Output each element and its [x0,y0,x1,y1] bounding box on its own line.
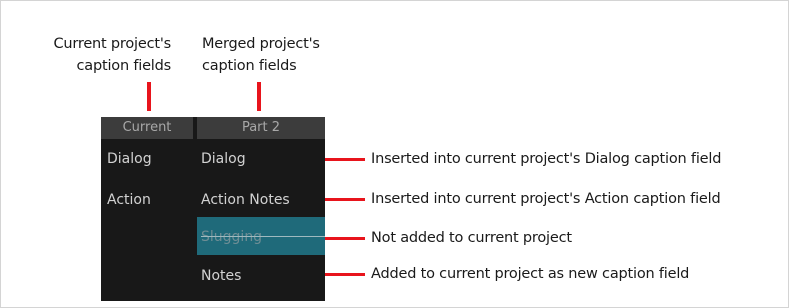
column-header-current[interactable]: Current [101,117,193,139]
current-callout-line1: Current project's [53,36,171,52]
caption-fields-panel: Current Part 2 Dialog Action Dialog Acti… [101,117,325,301]
pointer-slugging [325,237,365,240]
current-callout-line2: caption fields [76,58,172,74]
diagram-frame: Current project's caption fields Merged … [0,0,789,308]
merged-callout-line1: Merged project's [202,36,320,52]
current-fields-callout: Current project's caption fields [21,33,171,77]
merged-field-dialog[interactable]: Dialog [201,149,246,169]
current-field-dialog[interactable]: Dialog [107,149,152,169]
annotation-dialog: Inserted into current project's Dialog c… [371,151,722,167]
current-field-action[interactable]: Action [107,190,151,210]
merged-field-action-notes[interactable]: Action Notes [201,190,290,210]
current-column-marker [147,82,151,111]
pointer-action [325,198,365,201]
annotation-notes: Added to current project as new caption … [371,266,690,282]
annotation-action: Inserted into current project's Action c… [371,191,721,207]
merged-column-marker [257,82,261,111]
column-header-merged[interactable]: Part 2 [197,117,325,139]
pointer-dialog [325,158,365,161]
pointer-notes [325,273,365,276]
merged-fields-callout: Merged project's caption fields [202,33,320,77]
merged-callout-line2: caption fields [202,58,297,74]
annotation-slugging: Not added to current project [371,230,572,246]
strikethrough-line [201,236,325,237]
merged-field-slugging[interactable]: Slugging [201,227,262,247]
merged-field-notes[interactable]: Notes [201,266,241,286]
